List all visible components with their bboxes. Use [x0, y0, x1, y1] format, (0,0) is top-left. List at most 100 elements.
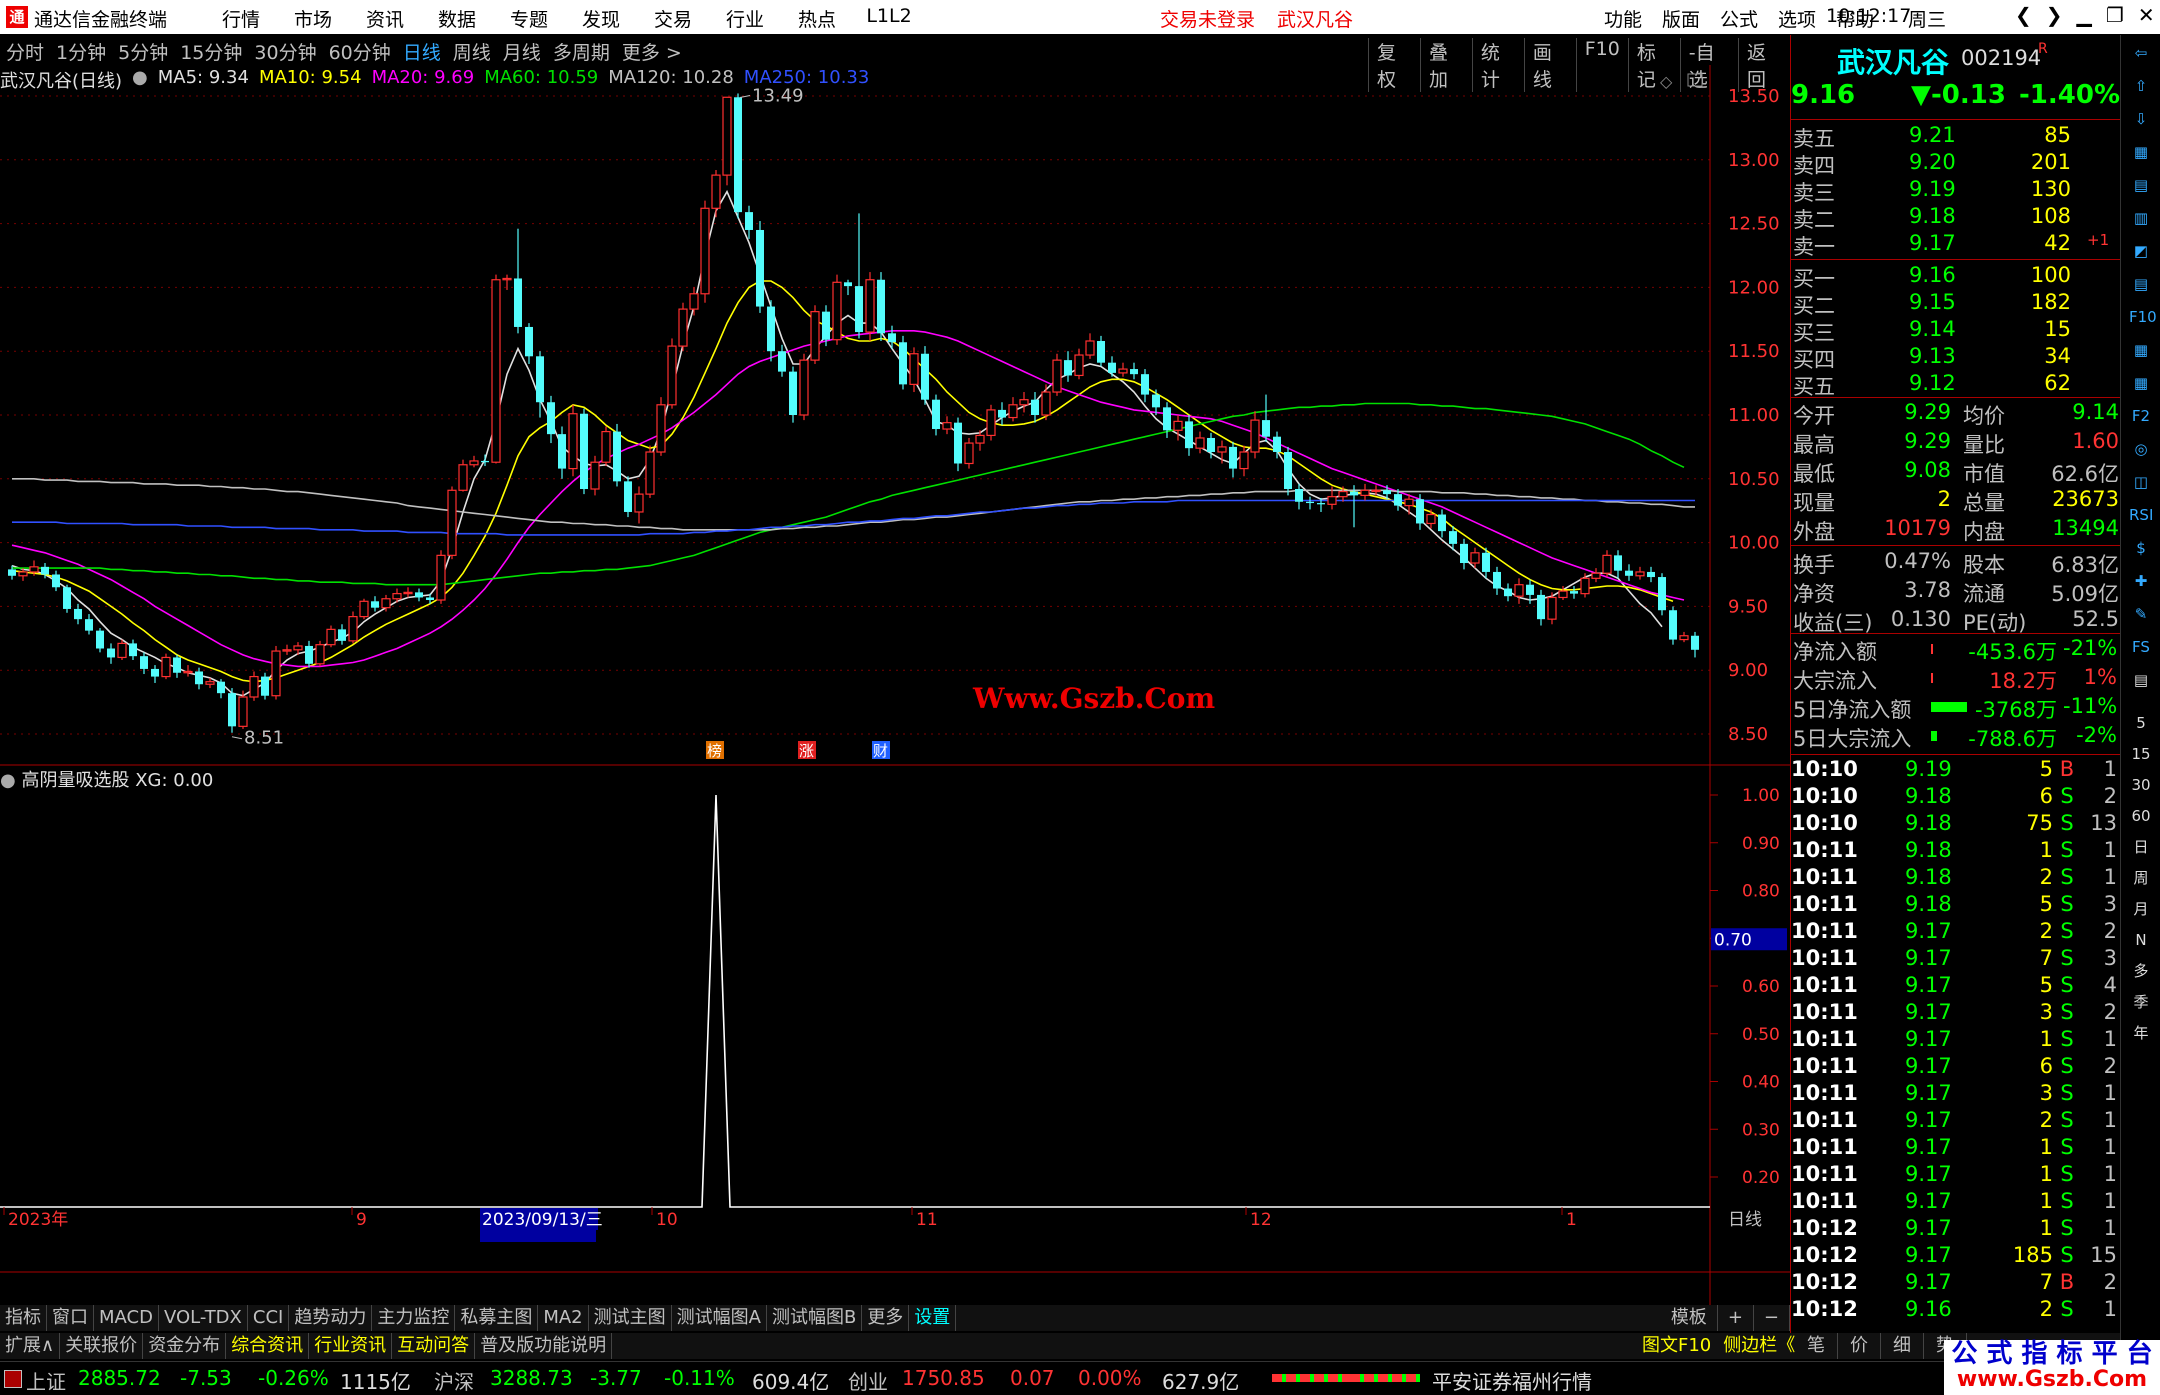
sidebar-tool-icon[interactable]: ▦: [2129, 338, 2153, 362]
tick-view-tab[interactable]: 笔: [1795, 1333, 1838, 1359]
extension-tab[interactable]: 普及版功能说明: [475, 1333, 613, 1359]
menu-item[interactable]: 热点: [781, 5, 853, 32]
indicator-dropdown-icon[interactable]: ●: [0, 770, 16, 791]
sidebar-tool-icon[interactable]: 多: [2129, 959, 2153, 983]
menu-item[interactable]: 交易: [637, 5, 709, 32]
sidebar-tool-icon[interactable]: ◫: [2129, 470, 2153, 494]
sidebar-tool-icon[interactable]: ✚: [2129, 569, 2153, 593]
indicator-tab[interactable]: 主力监控: [372, 1305, 456, 1331]
period-tab[interactable]: 5分钟: [118, 38, 168, 65]
sidebar-tool-icon[interactable]: ✎: [2129, 602, 2153, 626]
kline-chart[interactable]: 13.5013.0012.5012.0011.5011.0010.5010.00…: [0, 65, 1790, 1305]
tabs-spacer: [956, 1305, 1661, 1331]
sidebar-tool-icon[interactable]: 月: [2129, 897, 2153, 921]
sidebar-tool-icon[interactable]: N: [2129, 928, 2153, 952]
indicator-tab[interactable]: MACD: [94, 1305, 159, 1331]
sidebar-tool-icon[interactable]: ⇦: [2129, 41, 2153, 65]
sidebar-tool-icon[interactable]: 年: [2129, 1021, 2153, 1045]
extension-tab[interactable]: 行业资讯: [309, 1333, 393, 1359]
indicator-tab[interactable]: 指标: [0, 1305, 47, 1331]
minimize-icon[interactable]: ▁: [2077, 3, 2092, 27]
indicator-tab[interactable]: VOL-TDX: [159, 1305, 248, 1331]
template-button[interactable]: +: [1718, 1305, 1754, 1331]
indicator-tab[interactable]: 设置: [909, 1305, 957, 1331]
menu-item[interactable]: 行业: [709, 5, 781, 32]
sidebar-tool-icon[interactable]: 周: [2129, 866, 2153, 890]
cy-name[interactable]: 创业: [848, 1366, 888, 1395]
candle-body: [711, 174, 721, 209]
menu-item[interactable]: L1L2: [853, 5, 925, 32]
sidebar-tool-icon[interactable]: 日: [2129, 835, 2153, 859]
sidebar-tool-icon[interactable]: ▤: [2129, 668, 2153, 692]
candle-body: [1085, 340, 1095, 356]
sh-name[interactable]: 上证: [26, 1366, 66, 1395]
menu-item[interactable]: 行情: [205, 5, 277, 32]
sidebar-tool-icon[interactable]: ⇩: [2129, 107, 2153, 131]
period-tab[interactable]: 1分钟: [56, 38, 106, 65]
back-icon[interactable]: ❮: [2015, 3, 2032, 27]
sidebar-tool-icon[interactable]: F2: [2129, 404, 2153, 428]
menu-item[interactable]: 发现: [565, 5, 637, 32]
side-panel-tab[interactable]: 侧边栏《: [1717, 1333, 1801, 1359]
sidebar-tool-icon[interactable]: F10: [2129, 305, 2157, 329]
sidebar-tool-icon[interactable]: 季: [2129, 990, 2153, 1014]
indicator-tab[interactable]: 测试幅图B: [767, 1305, 863, 1331]
menu-item[interactable]: 专题: [493, 5, 565, 32]
forward-icon[interactable]: ❯: [2046, 3, 2063, 27]
sidebar-tool-icon[interactable]: 30: [2129, 773, 2153, 797]
template-button[interactable]: −: [1754, 1305, 1790, 1331]
tick-view-tab[interactable]: 细: [1881, 1333, 1924, 1359]
indicator-tab[interactable]: CCI: [248, 1305, 290, 1331]
login-status[interactable]: 交易未登录: [1160, 5, 1255, 32]
sidebar-tool-icon[interactable]: 5: [2129, 711, 2153, 735]
close-icon[interactable]: ✕: [2138, 3, 2155, 27]
period-tab[interactable]: 分时: [6, 38, 44, 65]
sidebar-tool-icon[interactable]: ⇧: [2129, 74, 2153, 98]
indicator-tab[interactable]: 测试主图: [589, 1305, 672, 1331]
extension-tab[interactable]: 扩展∧: [0, 1333, 61, 1359]
extension-tab[interactable]: 关联报价: [60, 1333, 144, 1359]
period-tab[interactable]: 日线: [403, 38, 441, 65]
sidebar-tool-icon[interactable]: 15: [2129, 742, 2153, 766]
side-panel-tab[interactable]: 图文F10: [1636, 1333, 1717, 1359]
bid-price: 9.15: [1909, 290, 1956, 314]
menu-item[interactable]: 市场: [277, 5, 349, 32]
indicator-tab[interactable]: 趋势动力: [289, 1305, 373, 1331]
period-tab[interactable]: 多周期: [553, 38, 610, 65]
tick-view-tab[interactable]: 价: [1838, 1333, 1881, 1359]
indicator-tab[interactable]: 更多: [862, 1305, 910, 1331]
period-tab[interactable]: 月线: [503, 38, 541, 65]
sidebar-tool-icon[interactable]: $: [2129, 536, 2153, 560]
sidebar-tool-icon[interactable]: RSI: [2129, 503, 2153, 527]
indicator-tab[interactable]: 测试幅图A: [672, 1305, 767, 1331]
period-tab[interactable]: 更多 >: [622, 38, 682, 65]
sidebar-tool-icon[interactable]: ▤: [2129, 173, 2153, 197]
extension-tab[interactable]: 综合资讯: [226, 1333, 310, 1359]
restore-icon[interactable]: ❐: [2106, 3, 2124, 27]
sidebar-tool-icon[interactable]: ▦: [2129, 140, 2153, 164]
period-tab[interactable]: 15分钟: [180, 38, 242, 65]
indicator-tab[interactable]: MA2: [538, 1305, 589, 1331]
menu-item[interactable]: 数据: [421, 5, 493, 32]
sidebar-tool-icon[interactable]: ▥: [2129, 206, 2153, 230]
sidebar-tool-icon[interactable]: 60: [2129, 804, 2153, 828]
period-tab[interactable]: 30分钟: [254, 38, 316, 65]
sidebar-tool-icon[interactable]: ▦: [2129, 371, 2153, 395]
right-menu-item[interactable]: 公式: [1710, 5, 1768, 32]
indicator-tab[interactable]: 窗口: [47, 1305, 94, 1331]
template-button[interactable]: 模板: [1661, 1305, 1718, 1331]
sidebar-tool-icon[interactable]: ◎: [2129, 437, 2153, 461]
extension-tab[interactable]: 资金分布: [143, 1333, 227, 1359]
right-menu-item[interactable]: 功能: [1594, 5, 1652, 32]
period-tab[interactable]: 60分钟: [329, 38, 391, 65]
sidebar-tool-icon[interactable]: ◩: [2129, 239, 2153, 263]
sidebar-tool-icon[interactable]: FS: [2129, 635, 2153, 659]
right-menu-item[interactable]: 选项: [1768, 5, 1826, 32]
sidebar-tool-icon[interactable]: ▤: [2129, 272, 2153, 296]
indicator-tab[interactable]: 私募主图: [455, 1305, 539, 1331]
hs-name[interactable]: 沪深: [434, 1366, 474, 1395]
menu-item[interactable]: 资讯: [349, 5, 421, 32]
period-tab[interactable]: 周线: [453, 38, 491, 65]
extension-tab[interactable]: 互动问答: [392, 1333, 476, 1359]
right-menu-item[interactable]: 版面: [1652, 5, 1710, 32]
